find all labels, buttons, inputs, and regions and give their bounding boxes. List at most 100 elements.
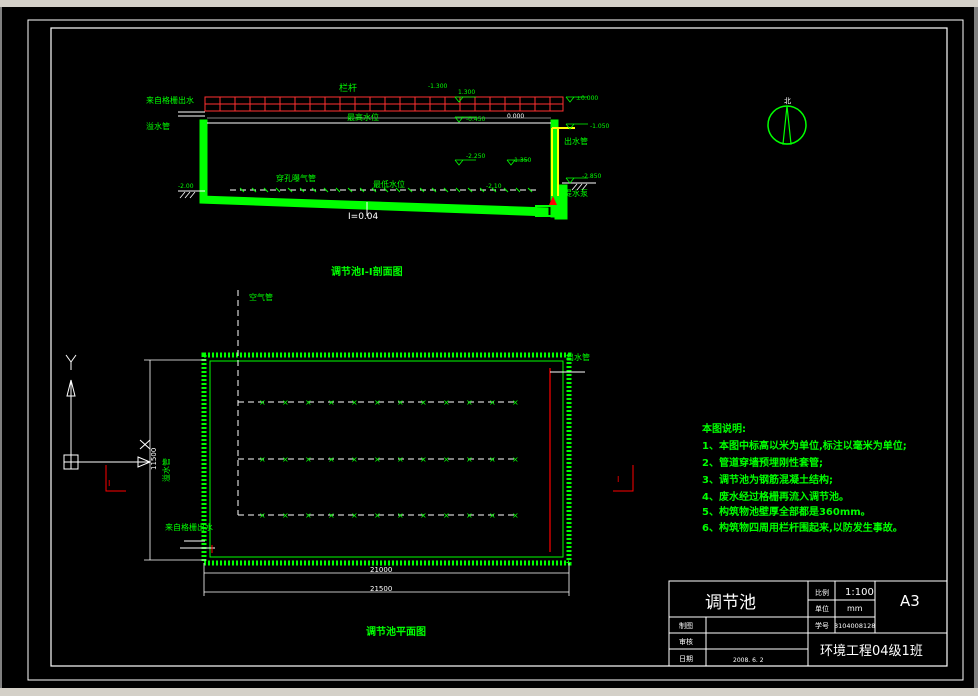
aerator-mark: × xyxy=(351,511,358,520)
aerator-mark: × xyxy=(512,398,519,407)
inner-frame xyxy=(50,27,948,667)
aerator-mark: × xyxy=(420,455,427,464)
notes-item: 3、调节池为钢筋混凝土结构; xyxy=(702,473,833,486)
elev-top-left: 1.300 xyxy=(458,89,475,96)
aerator-mark: × xyxy=(351,455,358,464)
elev-right-2: -2.850 xyxy=(582,173,602,180)
tank-walls xyxy=(199,119,568,220)
aerator-mark: × xyxy=(305,455,312,464)
aerator-mark: × xyxy=(374,398,381,407)
section-slope-label: I=0.04 xyxy=(348,212,379,222)
aerator-mark: × xyxy=(466,398,473,407)
aerator-mark: × xyxy=(489,511,496,520)
title-block-unit-label: 单位 xyxy=(815,604,829,613)
notes-item: 5、构筑物池壁厚全部都是360mm。 xyxy=(702,505,871,518)
aerator-mark: × xyxy=(282,398,289,407)
aerator-mark: × xyxy=(466,455,473,464)
section-railing-label: 栏杆 xyxy=(339,82,357,94)
notes-item: 4、废水经过格栅再流入调节池。 xyxy=(702,490,849,503)
plan-title: 调节池平面图 xyxy=(366,625,426,638)
title-block-id-label: 学号 xyxy=(815,621,829,630)
title-block-class: 环境工程04级1班 xyxy=(820,644,923,659)
title-block-scale-label: 比例 xyxy=(815,588,829,597)
plan-dim-side: 11500 xyxy=(150,448,158,470)
aeration-mark xyxy=(515,187,521,193)
plan-dim-inner: 21000 xyxy=(370,566,392,574)
elev-mid-3: -2.250 xyxy=(466,153,486,160)
section-min-level-label: 最低水位 xyxy=(373,179,405,189)
title-block-drawn-label: 制图 xyxy=(679,621,693,630)
railing xyxy=(204,96,564,112)
aerator-mark: × xyxy=(397,398,404,407)
design-notes: 本图说明: 1、本图中标高以米为单位,标注以毫米为单位; 2、管道穿墙预埋刚性套… xyxy=(702,422,907,534)
notes-item: 6、构筑物四周用栏杆围起来,以防发生事故。 xyxy=(702,521,903,534)
aeration-mark xyxy=(275,187,281,193)
section-aeration-label: 穿孔曝气管 xyxy=(276,173,316,183)
section-mark-left: I xyxy=(108,479,110,488)
section-view: 栏杆 来自格栅出水 溢水管 最高水位 最低水位 穿孔曝气管 出水管 提水泵 I=… xyxy=(146,82,610,278)
title-block-date-value: 2008. 6. 2 xyxy=(733,657,764,664)
aeration-mark xyxy=(335,187,341,193)
aerator-mark: × xyxy=(328,455,335,464)
elev-top-right: ±0.000 xyxy=(576,95,598,102)
title-block-date-label: 日期 xyxy=(679,655,693,663)
aerator-mark: × xyxy=(259,398,266,407)
aerator-mark: × xyxy=(305,511,312,520)
aerator-mark: × xyxy=(489,398,496,407)
title-block-size: A3 xyxy=(900,592,920,610)
plan-overflow-label: 溢水管 xyxy=(161,458,171,482)
plan-air-label: 空气管 xyxy=(249,292,273,302)
elev-top: -1.300 xyxy=(428,83,448,90)
plan-aeration-pipes: × × × × × × × × × × × × × × × × × × × × × × × × × × × × × × × × × × × × xyxy=(238,398,519,520)
elev-small: 0.000 xyxy=(507,113,524,120)
aeration-mark xyxy=(455,187,461,193)
aerator-mark: × xyxy=(443,511,450,520)
aerator-mark: × xyxy=(443,398,450,407)
aerator-mark: × xyxy=(328,398,335,407)
aerator-mark: × xyxy=(466,511,473,520)
notes-heading: 本图说明: xyxy=(702,422,746,435)
aerator-mark: × xyxy=(305,398,312,407)
section-max-level-label: 最高水位 xyxy=(347,112,379,122)
plan-view: I I × × × × × × × × × × × ×× × × × × × × × × × × ×× × × × × × × × × × × ×… xyxy=(105,290,634,638)
section-outlet-label: 出水管 xyxy=(564,136,588,146)
section-cut-marks xyxy=(105,465,634,492)
section-inflow-label: 来自格栅出水 xyxy=(146,95,194,105)
compass-label: 北 xyxy=(784,97,791,105)
aerator-mark: × xyxy=(489,455,496,464)
elev-mid: -2.10 xyxy=(486,183,502,190)
aerator-mark: × xyxy=(443,455,450,464)
aerator-mark: × xyxy=(420,511,427,520)
ucs-axis-icon xyxy=(63,354,152,470)
title-block-check-label: 审核 xyxy=(679,637,693,646)
aerator-mark: × xyxy=(282,511,289,520)
aerator-mark: × xyxy=(259,511,266,520)
section-overflow-label: 溢水管 xyxy=(146,121,170,131)
title-block-id-value: 3104008128 xyxy=(834,622,875,630)
notes-item: 1、本图中标高以米为单位,标注以毫米为单位; xyxy=(702,439,907,452)
aerator-mark: × xyxy=(420,398,427,407)
section-title: 调节池Ⅰ-Ⅰ剖面图 xyxy=(331,265,403,278)
title-block-name: 调节池 xyxy=(705,593,756,613)
section-pump-label: 提水泵 xyxy=(564,188,588,198)
aerator-mark: × xyxy=(397,511,404,520)
aerator-mark: × xyxy=(259,455,266,464)
title-block-scale-value: 1:100 xyxy=(845,587,874,598)
aerator-mark: × xyxy=(397,455,404,464)
aerator-mark: × xyxy=(282,455,289,464)
elev-right-1: -1.050 xyxy=(590,123,610,130)
elev-mid-2: -1.350 xyxy=(512,157,532,164)
cad-drawing-canvas: 栏杆 来自格栅出水 溢水管 最高水位 最低水位 穿孔曝气管 出水管 提水泵 I=… xyxy=(27,19,964,681)
elev-left: -2.00 xyxy=(178,183,194,190)
elev-mid-1: -0.450 xyxy=(466,116,486,123)
plan-inflow-label: 来自格栅出水 xyxy=(165,522,213,532)
inflow-pipe xyxy=(178,111,205,117)
notes-item: 2、管道穿墙预埋刚性套管; xyxy=(702,456,823,469)
title-block-unit-value: mm xyxy=(847,604,863,613)
section-mark-right: I xyxy=(617,475,619,484)
aerator-mark: × xyxy=(374,455,381,464)
aerator-mark: × xyxy=(328,511,335,520)
aerator-mark: × xyxy=(374,511,381,520)
north-compass: 北 xyxy=(767,97,807,145)
aerator-mark: × xyxy=(512,455,519,464)
